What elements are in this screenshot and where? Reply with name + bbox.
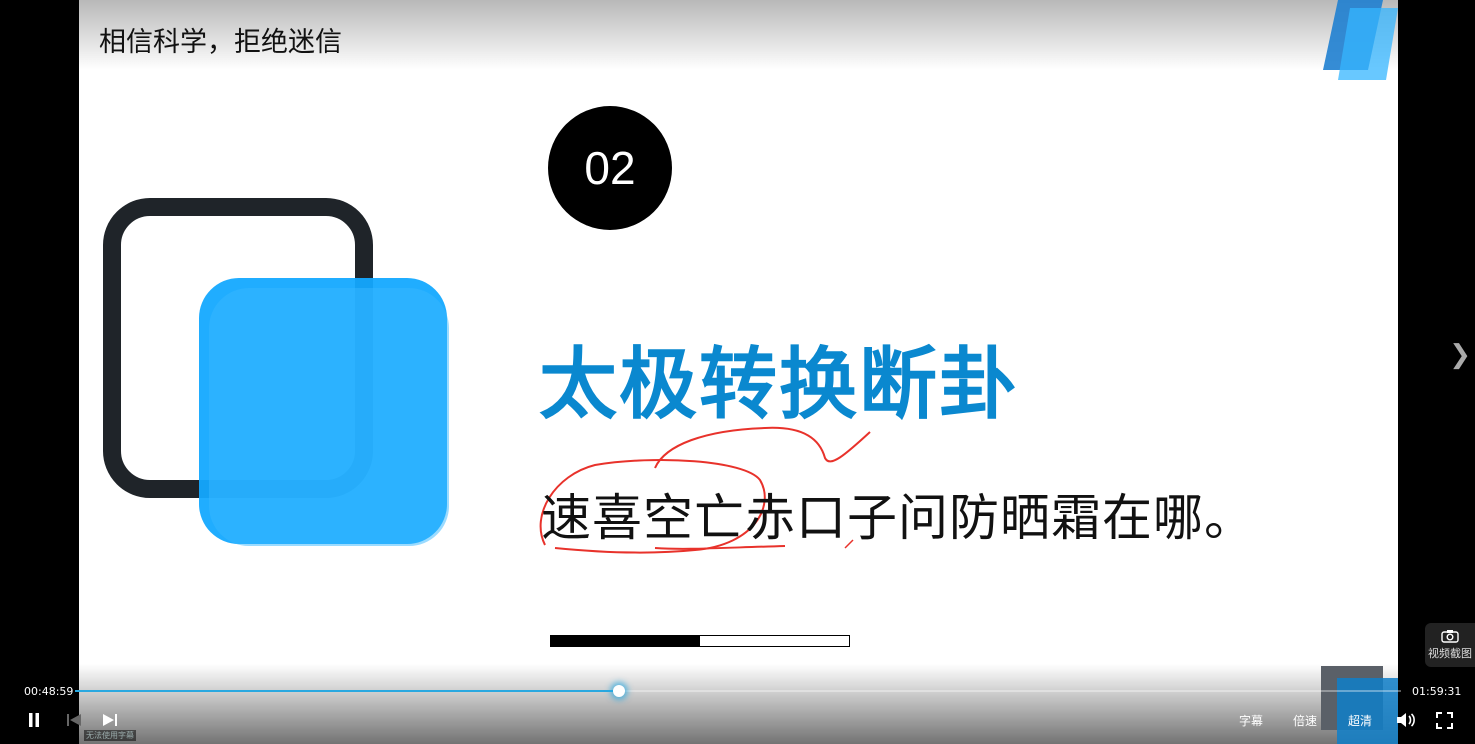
overlapping-squares-graphic	[103, 198, 449, 546]
total-time: 01:59:31	[1412, 685, 1462, 698]
slide-subline: 速喜空亡赤口子问防晒霜在哪。	[541, 489, 1255, 547]
snapshot-label: 视频截图	[1428, 647, 1472, 660]
subtitle-button[interactable]: 字幕	[1239, 712, 1263, 729]
seek-thumb[interactable]	[612, 685, 625, 697]
video-snapshot-button[interactable]: 视频截图	[1425, 623, 1475, 667]
pause-icon[interactable]	[27, 712, 41, 728]
subtitle-tooltip: 无法使用字幕	[84, 730, 136, 741]
video-frame[interactable]: 相信科学，拒绝迷信 02 太极转换断卦 速喜空亡赤口子问防晒霜在哪。	[79, 0, 1398, 744]
skip-next-icon[interactable]	[102, 713, 118, 727]
slide-progress-fill	[551, 636, 700, 646]
video-title: 相信科学，拒绝迷信	[99, 27, 342, 58]
seek-bar-played	[75, 690, 619, 692]
quality-button[interactable]: 超清	[1348, 712, 1372, 729]
fullscreen-icon[interactable]	[1436, 712, 1453, 729]
player-controls: 00:48:59 01:59:31 无法使用字幕 字幕 倍速 超清	[0, 672, 1475, 744]
slide-progress-bar	[550, 635, 850, 647]
current-time: 00:48:59	[24, 685, 74, 698]
speed-button[interactable]: 倍速	[1293, 712, 1317, 729]
camera-icon	[1441, 630, 1459, 643]
skip-previous-icon[interactable]	[66, 713, 82, 727]
slide-headline: 太极转换断卦	[539, 340, 1020, 430]
seek-bar[interactable]	[75, 685, 1401, 697]
section-number-badge: 02	[548, 106, 672, 230]
corner-decoration	[1323, 0, 1398, 80]
chevron-right-icon[interactable]: ❯	[1449, 340, 1471, 370]
volume-icon[interactable]	[1396, 712, 1416, 728]
